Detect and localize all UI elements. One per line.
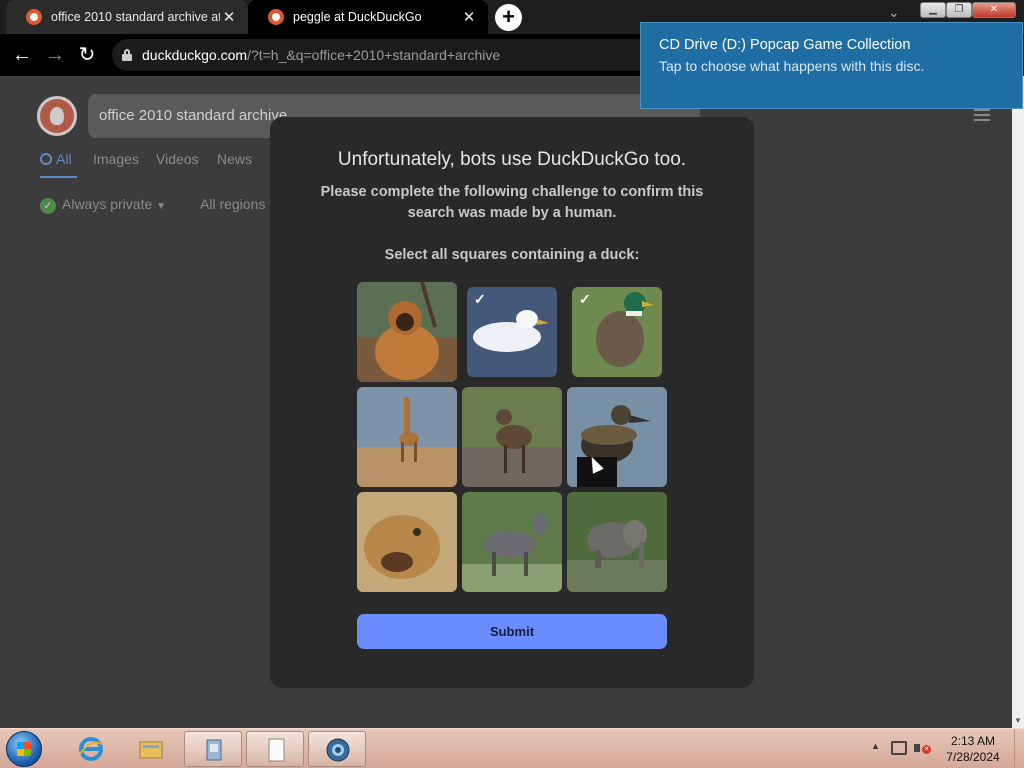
always-private-filter[interactable]: ✓ Always private ▼ bbox=[40, 196, 166, 214]
internet-explorer-icon bbox=[79, 737, 103, 761]
captcha-tile-duck[interactable] bbox=[567, 387, 667, 487]
media-app-taskbar-icon[interactable] bbox=[184, 731, 242, 767]
elephant-image bbox=[567, 492, 667, 592]
browser-tab-office-archive[interactable]: office 2010 standard archive at DuckDuck… bbox=[6, 0, 248, 34]
maximize-button[interactable]: ❐ bbox=[946, 2, 972, 18]
captcha-tile-mallard-duck[interactable]: ✓ bbox=[572, 287, 662, 377]
system-clock[interactable]: 2:13 AM 7/28/2024 bbox=[938, 733, 1008, 765]
all-regions-filter[interactable]: All regions bbox=[200, 196, 265, 212]
tab-close-icon[interactable]: ✕ bbox=[460, 8, 478, 26]
browser-taskbar-icon[interactable] bbox=[308, 731, 366, 767]
vertical-scrollbar[interactable]: ▲ ▼ bbox=[1012, 76, 1024, 728]
tab-news[interactable]: News bbox=[217, 151, 252, 167]
giraffe-image bbox=[357, 387, 457, 487]
url-path: /?t=h_&q=office+2010+standard+archive bbox=[247, 47, 501, 63]
file-explorer-taskbar-icon[interactable] bbox=[122, 731, 180, 767]
captcha-dialog: Unfortunately, bots use DuckDuckGo too. … bbox=[270, 117, 754, 688]
back-arrow-icon[interactable]: ← bbox=[9, 42, 35, 68]
tab-images[interactable]: Images bbox=[93, 151, 139, 167]
url-host: duckduckgo.com bbox=[142, 47, 248, 63]
show-desktop-button[interactable] bbox=[1014, 729, 1024, 768]
checkmark-icon: ✓ bbox=[40, 198, 56, 214]
waterbuck-image bbox=[462, 387, 562, 487]
autoplay-notification[interactable]: CD Drive (D:) Popcap Game Collection Tap… bbox=[640, 22, 1023, 109]
internet-explorer-taskbar-icon[interactable] bbox=[62, 731, 120, 767]
clock-date: 7/28/2024 bbox=[946, 750, 1000, 764]
start-button[interactable] bbox=[6, 731, 42, 767]
document-taskbar-icon[interactable] bbox=[246, 731, 304, 767]
notification-title: CD Drive (D:) Popcap Game Collection bbox=[659, 37, 911, 53]
gibbon-image bbox=[357, 282, 457, 382]
tab-title: peggle at DuckDuckGo bbox=[293, 10, 422, 24]
notification-body: Tap to choose what happens with this dis… bbox=[659, 58, 925, 74]
show-hidden-icons-arrow-icon[interactable]: ▲ bbox=[871, 741, 880, 751]
tab-videos[interactable]: Videos bbox=[156, 151, 199, 167]
folder-icon bbox=[139, 741, 163, 759]
lock-icon bbox=[122, 49, 132, 61]
captcha-tile-elephant[interactable] bbox=[567, 492, 667, 592]
duckduckgo-favicon-icon bbox=[26, 9, 42, 25]
duckduckgo-logo-icon[interactable] bbox=[37, 96, 77, 136]
captcha-subtitle: Please complete the following challenge … bbox=[320, 184, 704, 221]
menu-icon[interactable] bbox=[974, 109, 990, 121]
lioness-image bbox=[357, 492, 457, 592]
scroll-down-arrow-icon[interactable]: ▼ bbox=[1014, 716, 1022, 725]
chevron-down-icon[interactable]: ⌄ bbox=[888, 4, 900, 21]
tab-all[interactable]: All bbox=[40, 151, 72, 167]
browser-tab-peggle[interactable]: peggle at DuckDuckGo ✕ bbox=[248, 0, 488, 34]
blank-document-icon bbox=[268, 738, 285, 762]
always-private-label: Always private bbox=[62, 196, 153, 212]
address-bar[interactable]: duckduckgo.com/?t=h_&q=office+2010+stand… bbox=[112, 39, 702, 71]
captcha-tile-gibbon[interactable] bbox=[357, 282, 457, 382]
app-window-icon bbox=[206, 739, 222, 761]
captcha-title: Unfortunately, bots use DuckDuckGo too. bbox=[337, 149, 687, 170]
duck-image bbox=[567, 387, 667, 487]
clock-time: 2:13 AM bbox=[950, 734, 996, 748]
captcha-tile-nilgai[interactable] bbox=[462, 492, 562, 592]
tab-close-icon[interactable]: ✕ bbox=[220, 8, 238, 26]
minimize-button[interactable]: ▁ bbox=[920, 2, 946, 18]
selected-check-icon: ✓ bbox=[579, 291, 591, 307]
submit-button[interactable]: Submit bbox=[357, 614, 667, 649]
nilgai-image bbox=[462, 492, 562, 592]
dropdown-caret-icon: ▼ bbox=[156, 201, 167, 212]
captcha-tile-lioness[interactable] bbox=[357, 492, 457, 592]
captcha-prompt: Select all squares containing a duck: bbox=[384, 247, 640, 263]
volume-muted-icon[interactable]: ✕ bbox=[914, 740, 931, 756]
captcha-tile-waterbuck[interactable] bbox=[462, 387, 562, 487]
captcha-tile-white-duck[interactable]: ✓ bbox=[467, 287, 557, 377]
search-icon bbox=[40, 153, 52, 165]
active-tab-underline bbox=[40, 176, 77, 178]
tab-all-label: All bbox=[56, 151, 72, 167]
tab-title: office 2010 standard archive at DuckDuck… bbox=[51, 10, 220, 24]
forward-arrow-icon[interactable]: → bbox=[42, 42, 68, 68]
close-window-button[interactable]: ✕ bbox=[972, 2, 1016, 18]
taskbar: ▲ ✕ 2:13 AM 7/28/2024 bbox=[0, 728, 1024, 768]
new-tab-button[interactable]: + bbox=[495, 4, 522, 31]
captcha-tile-giraffe[interactable] bbox=[357, 387, 457, 487]
network-icon[interactable] bbox=[891, 741, 907, 755]
reload-icon[interactable]: ↻ bbox=[74, 42, 100, 68]
browser-globe-icon bbox=[326, 738, 350, 762]
duckduckgo-favicon-icon bbox=[268, 9, 284, 25]
selected-check-icon: ✓ bbox=[474, 291, 486, 307]
